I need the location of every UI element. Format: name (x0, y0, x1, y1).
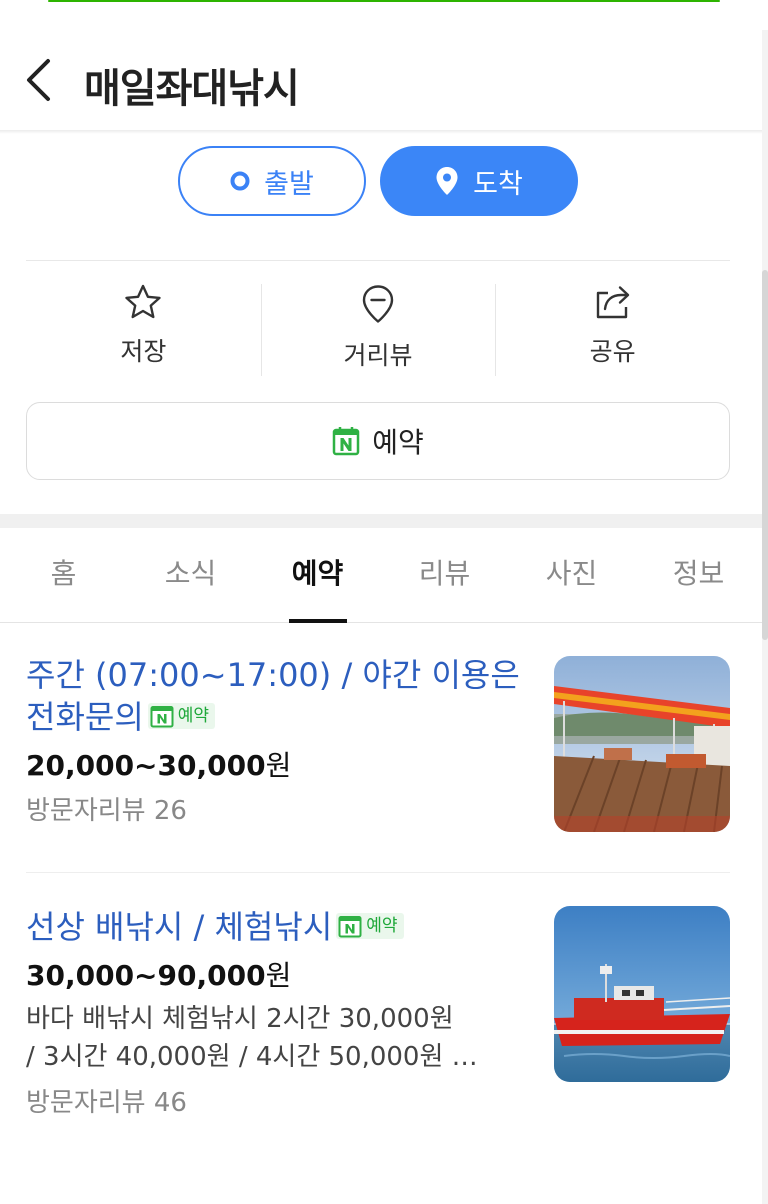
item-description: 바다 배낚시 체험낚시 2시간 30,000원 / 3시간 40,000원 / … (26, 1000, 512, 1076)
origin-dot-icon (230, 171, 250, 191)
save-label: 저장 (120, 337, 167, 366)
price-value: 20,000~30,000 (26, 749, 266, 782)
share-label: 공유 (589, 337, 636, 366)
section-band (0, 514, 762, 528)
item-description-line: 바다 배낚시 체험낚시 2시간 30,000원 (26, 1004, 454, 1034)
visitor-review-count[interactable]: 방문자리뷰 46 (26, 1082, 730, 1119)
arrive-label: 도착 (473, 168, 523, 200)
reserve-button[interactable]: 예약 (26, 402, 730, 480)
item-image[interactable] (554, 656, 730, 832)
tab-bar: 홈 소식 예약 리뷰 사진 정보 (0, 528, 762, 623)
tab-news[interactable]: 소식 (127, 528, 254, 622)
share-icon (596, 286, 629, 319)
booking-badge: 예약 (336, 913, 404, 939)
item-title-block[interactable]: 주간 (07:00~17:00) / 야간 이용은 전화문의 예약 (26, 654, 530, 738)
action-bar: 저장 거리뷰 공유 (26, 262, 730, 388)
tab-reviews[interactable]: 리뷰 (381, 528, 508, 622)
star-icon (125, 284, 162, 319)
depart-label: 출발 (264, 168, 314, 200)
reserve-label: 예약 (372, 426, 424, 459)
naver-booking-icon (332, 426, 360, 456)
item-title[interactable]: 선상 배낚시 / 체험낚시 (26, 908, 332, 946)
tab-home[interactable]: 홈 (0, 528, 127, 622)
arrive-button[interactable]: 도착 (380, 146, 578, 216)
item-separator (26, 872, 730, 873)
depart-button[interactable]: 출발 (178, 146, 366, 216)
booking-badge: 예약 (147, 703, 216, 729)
price-unit: 원 (265, 749, 292, 782)
street-view-button[interactable]: 거리뷰 (260, 262, 496, 388)
save-button[interactable]: 저장 (26, 262, 261, 388)
item-image[interactable] (554, 906, 730, 1082)
badge-label: 예약 (177, 706, 210, 726)
item-title-block[interactable]: 선상 배낚시 / 체험낚시 예약 (26, 906, 530, 948)
item-title[interactable]: 주간 (07:00~17:00) / 야간 이용은 전화문의 (26, 656, 520, 736)
back-button[interactable] (18, 54, 58, 106)
street-view-icon (362, 285, 394, 323)
scrollbar-thumb[interactable] (762, 270, 768, 640)
share-button[interactable]: 공유 (495, 262, 730, 388)
naver-booking-icon (338, 916, 362, 938)
section-divider (26, 260, 730, 261)
price-unit: 원 (265, 959, 292, 992)
street-view-label: 거리뷰 (343, 341, 413, 370)
red-fishing-boat-photo (554, 906, 730, 1082)
item-description-line: / 3시간 40,000원 / 4시간 50,000원 … (26, 1042, 478, 1072)
badge-label: 예약 (366, 916, 398, 936)
header: 매일좌대낚시 (0, 30, 762, 130)
location-pin-icon (435, 166, 459, 196)
tab-reservation[interactable]: 예약 (254, 528, 381, 623)
floating-fishing-platform-photo (554, 656, 730, 832)
top-accent-line (48, 0, 720, 2)
tab-info[interactable]: 정보 (635, 528, 762, 622)
price-value: 30,000~90,000 (26, 959, 266, 992)
header-divider (0, 130, 762, 134)
chevron-left-icon (27, 59, 50, 101)
page-title: 매일좌대낚시 (84, 66, 300, 112)
tab-photos[interactable]: 사진 (508, 528, 635, 622)
naver-booking-icon (150, 706, 174, 728)
